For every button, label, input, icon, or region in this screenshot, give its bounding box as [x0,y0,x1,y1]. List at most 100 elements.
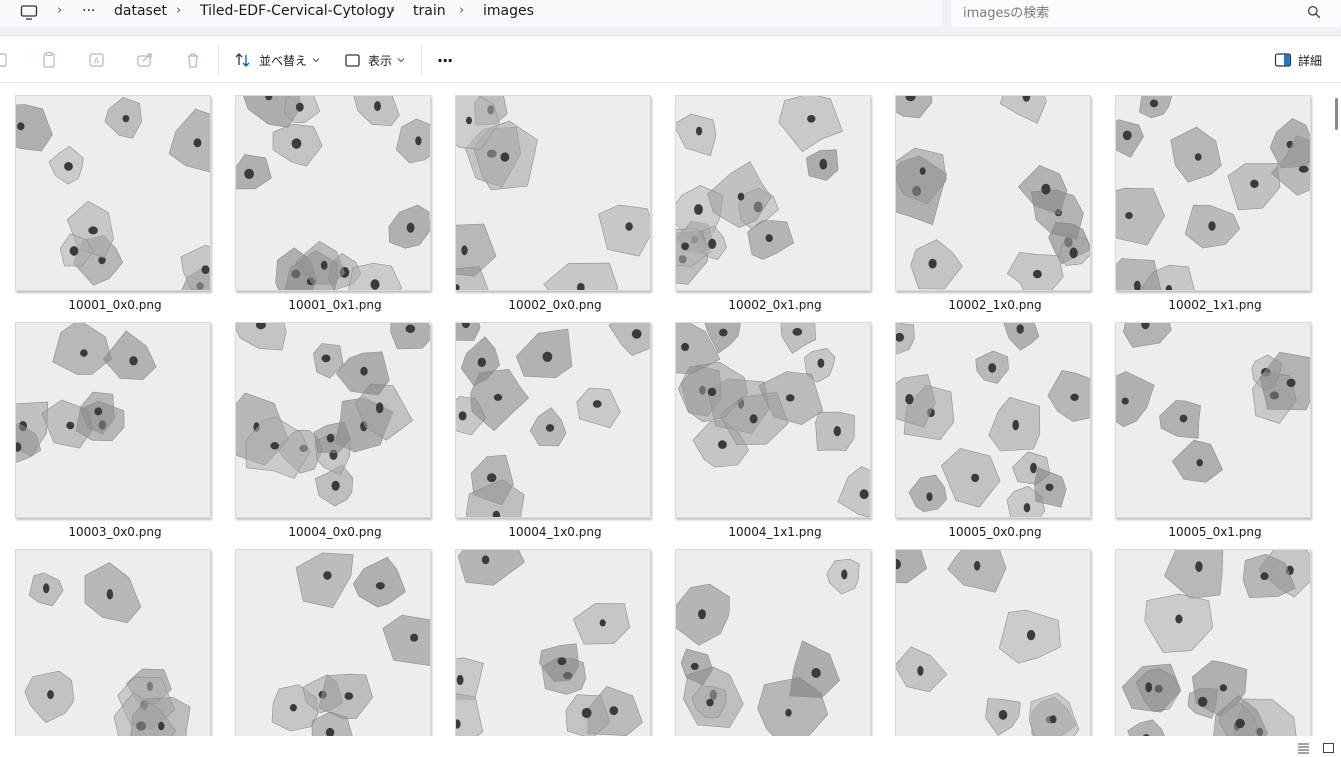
file-thumbnail[interactable] [15,322,211,518]
breadcrumb-item-dataset[interactable]: dataset [114,3,167,19]
file-item[interactable]: 10005_0x0.png [895,322,1093,539]
breadcrumb-overflow[interactable]: ··· [82,3,95,19]
breadcrumb-item-tiled[interactable]: Tiled-EDF-Cervical-Cytology [200,3,394,19]
file-thumbnail[interactable] [455,549,651,736]
cut-icon[interactable] [0,51,12,69]
file-name: 10004_1x0.png [508,525,602,539]
file-item[interactable]: 10002_0x1.png [675,95,873,312]
share-icon[interactable] [136,51,154,69]
list-view-icon[interactable] [1297,742,1310,754]
thumbnail-image [456,96,650,290]
file-item[interactable] [15,549,213,736]
file-item[interactable]: 10001_0x1.png [235,95,433,312]
file-item[interactable]: 10003_0x0.png [15,322,213,539]
thumbnail-image [1121,550,1310,736]
file-name: 10005_0x1.png [1168,525,1262,539]
file-item[interactable]: 10002_1x0.png [895,95,1093,312]
sort-button[interactable]: 並べ替え [234,47,320,73]
file-name: 10002_1x0.png [948,298,1042,312]
thumbnail-image [1116,323,1310,483]
thumbnail-image [1116,96,1310,290]
file-thumbnail[interactable] [895,95,1091,291]
command-bar: A 並べ替え 表示 ··· 詳細 [0,37,1341,83]
search-icon[interactable] [1307,5,1321,19]
file-thumbnail[interactable] [1115,322,1311,518]
file-name: 10002_0x0.png [508,298,602,312]
file-thumbnail[interactable] [455,95,651,291]
file-thumbnail[interactable] [235,322,431,518]
file-thumbnail[interactable] [675,95,871,291]
file-thumbnail[interactable] [895,549,1091,736]
thumbnail-image [896,96,1090,290]
file-item[interactable]: 10002_1x1.png [1115,95,1313,312]
breadcrumb-item-train[interactable]: train [413,3,446,19]
file-thumbnail[interactable] [1115,95,1311,291]
thumbnail-image [236,323,430,507]
file-name: 10005_0x0.png [948,525,1042,539]
file-thumbnail[interactable] [675,549,871,736]
file-item[interactable]: 10004_0x0.png [235,322,433,539]
chevron-right-icon[interactable]: › [459,3,464,18]
file-item[interactable] [1115,549,1313,736]
file-item[interactable]: 10005_0x1.png [1115,322,1313,539]
view-label: 表示 [368,53,393,68]
sort-label: 並べ替え [259,53,308,68]
file-item[interactable] [895,549,1093,736]
file-name: 10001_0x1.png [288,298,382,312]
file-thumbnail[interactable] [15,549,211,736]
file-thumbnail[interactable] [895,322,1091,518]
toolbar-divider [421,45,422,75]
file-grid: 10001_0x0.png 10001_0x1.png 10002_0x0.png 1… [0,84,1330,736]
chevron-down-icon [312,58,320,63]
view-button[interactable]: 表示 [344,47,405,73]
thumbnail-image [676,96,843,285]
rename-icon[interactable]: A [88,51,106,69]
thumbnail-image [676,323,870,517]
file-item[interactable] [235,549,433,736]
thumbnail-image [271,552,430,736]
file-item[interactable] [675,549,873,736]
thumbnail-image [24,562,191,736]
file-thumbnail[interactable] [235,549,431,736]
sort-icon [235,53,250,67]
file-thumbnail[interactable] [1115,549,1311,736]
toolbar-divider [218,45,219,75]
file-thumbnail[interactable] [455,322,651,518]
thumbnail-image [896,550,1080,736]
search-input[interactable] [963,3,1293,23]
file-item[interactable] [455,549,653,736]
file-thumbnail[interactable] [15,95,211,291]
tiles-view-icon[interactable] [1322,742,1335,754]
chevron-right-icon[interactable]: › [57,3,62,18]
details-label: 詳細 [1298,53,1323,68]
thumbnail-image [676,558,860,736]
copy-icon[interactable] [40,51,58,69]
chevron-right-icon[interactable]: › [390,3,395,18]
file-thumbnail[interactable] [235,95,431,291]
details-pane-icon [1274,53,1292,67]
file-item[interactable]: 10002_0x0.png [455,95,653,312]
chevron-right-icon[interactable]: › [176,3,181,18]
thumbnail-image [456,323,650,517]
file-thumbnail[interactable] [675,322,871,518]
file-name: 10002_0x1.png [728,298,822,312]
more-button[interactable]: ··· [437,47,453,73]
search-box[interactable] [951,0,1341,27]
file-name: 10004_0x0.png [288,525,382,539]
file-item[interactable]: 10004_1x0.png [455,322,653,539]
breadcrumb-item-images[interactable]: images [483,3,534,19]
delete-icon[interactable] [184,51,202,69]
monitor-icon[interactable] [20,4,38,22]
thumbnail-image [896,323,1090,517]
file-name: 10002_1x1.png [1168,298,1262,312]
file-item[interactable]: 10004_1x1.png [675,322,873,539]
file-name: 10004_1x1.png [728,525,822,539]
details-button[interactable]: 詳細 [1274,47,1322,73]
vertical-scrollbar[interactable] [1333,84,1338,736]
svg-text:A: A [94,57,100,66]
chevron-down-icon [397,58,405,63]
status-bar [0,737,1341,757]
breadcrumb[interactable]: › ··· dataset › Tiled-EDF-Cervical-Cytol… [0,0,942,27]
file-item[interactable]: 10001_0x0.png [15,95,213,312]
scrollbar-thumb[interactable] [1335,98,1338,130]
